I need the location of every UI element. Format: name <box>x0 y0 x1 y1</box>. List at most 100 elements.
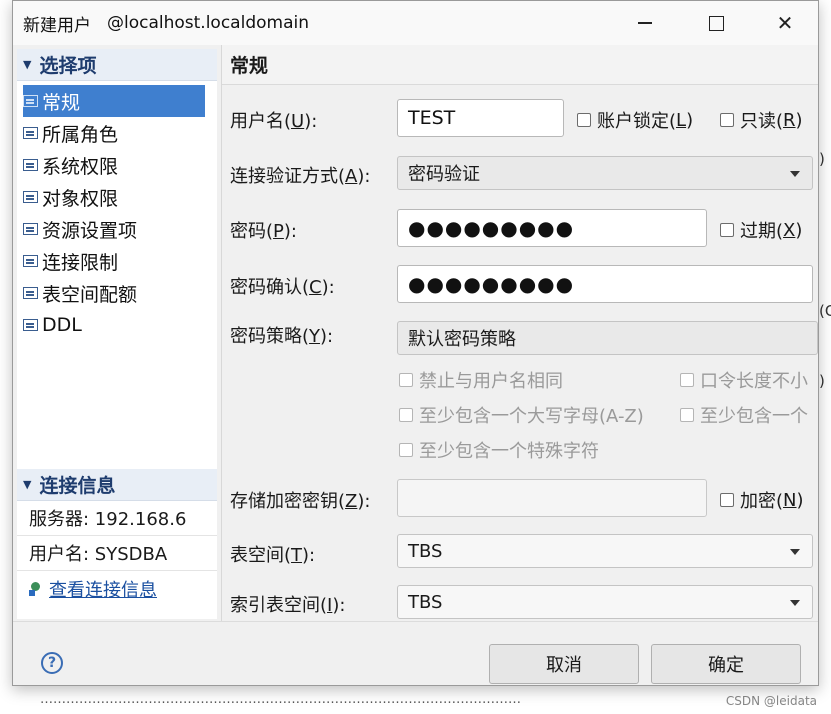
nav-list: 常规 所属角色 系统权限 对象权限 资源设置项 连接限制 表空间配额 DDL <box>17 81 217 341</box>
index-tablespace-select[interactable]: TBS <box>397 585 813 619</box>
nav-item-label: 系统权限 <box>42 155 119 178</box>
select-value: 密码验证 <box>408 164 480 185</box>
link-label: 查看连接信息 <box>49 580 157 601</box>
dropdown-arrow-icon <box>790 600 800 606</box>
dropdown-arrow-icon <box>790 549 800 555</box>
policy-label: 密码策略(Y): <box>230 326 334 347</box>
main-header: 常规 <box>222 45 818 85</box>
policy-option-contain[interactable]: 至少包含一个 <box>680 402 819 428</box>
nav-item-object-privileges[interactable]: 对象权限 <box>17 181 217 213</box>
page-icon <box>23 95 38 107</box>
background-bottom-text: ………………………………………………………………………………………………… <box>0 686 831 714</box>
checkbox-box <box>720 223 734 237</box>
window-title: 新建用户 <box>23 15 91 36</box>
ok-button[interactable]: 确定 <box>651 644 801 684</box>
page-icon <box>23 287 38 299</box>
account-lock-checkbox[interactable]: 账户锁定(L) <box>577 107 693 133</box>
nav-item-tablespace-quota[interactable]: 表空间配额 <box>17 277 217 309</box>
main-panel: 常规 用户名(U): TEST 账户锁定(L) 只读(R) 连接验证方式(A):… <box>221 45 818 621</box>
nav-item-label: 连接限制 <box>42 251 119 274</box>
close-icon: ✕ <box>776 11 794 35</box>
password-confirm-input[interactable]: ●●●●●●●●● <box>397 265 813 303</box>
nav-item-label: DDL <box>42 314 82 336</box>
checkbox-box <box>399 408 413 422</box>
page-icon <box>23 223 38 235</box>
new-user-dialog: 新建用户 @localhost.localdomain ✕ ▼ 选择项 常规 所… <box>12 0 819 686</box>
background-fragment: ) <box>819 372 825 390</box>
checkbox-box <box>399 443 413 457</box>
background-right-panel <box>818 0 831 714</box>
page-icon <box>23 127 38 139</box>
select-value: TBS <box>408 591 443 613</box>
close-button[interactable]: ✕ <box>750 1 820 45</box>
password-confirm-label: 密码确认(C): <box>230 277 335 298</box>
connection-icon <box>29 582 43 596</box>
connection-info-section: ▼ 连接信息 服务器: 192.168.6 用户名: SYSDBA 查看连接信息 <box>17 469 217 607</box>
nav-item-roles[interactable]: 所属角色 <box>17 117 217 149</box>
collapse-triangle-icon: ▼ <box>23 478 32 491</box>
conn-section-label: 连接信息 <box>39 475 116 497</box>
select-value: 默认密码策略 <box>408 329 516 350</box>
username-input[interactable]: TEST <box>397 99 564 137</box>
tablespace-label: 表空间(T): <box>230 545 316 566</box>
encrypt-checkbox[interactable]: 加密(N) <box>720 487 804 513</box>
dialog-footer: ? 取消 确定 <box>13 621 818 685</box>
checkbox-box <box>399 373 413 387</box>
nav-item-label: 所属角色 <box>42 123 119 146</box>
policy-option-uppercase[interactable]: 至少包含一个大写字母(A-Z) <box>399 402 644 428</box>
title-bar[interactable]: 新建用户 @localhost.localdomain ✕ <box>13 1 818 45</box>
minimize-icon <box>638 22 652 24</box>
expire-checkbox[interactable]: 过期(X) <box>720 217 802 243</box>
maximize-icon <box>708 15 724 31</box>
nav-item-label: 对象权限 <box>42 187 119 210</box>
watermark: CSDN @leidata <box>725 694 817 708</box>
nav-item-connection-limits[interactable]: 连接限制 <box>17 245 217 277</box>
view-connection-info-link[interactable]: 查看连接信息 <box>17 571 217 607</box>
nav-item-label: 常规 <box>42 91 81 114</box>
username-label: 用户名(U): <box>230 111 318 132</box>
policy-option-special-char[interactable]: 至少包含一个特殊字符 <box>399 437 599 463</box>
server-info: 服务器: 192.168.6 <box>17 501 217 536</box>
storage-key-label: 存储加密密钥(Z): <box>230 491 371 512</box>
checkbox-box <box>680 408 694 422</box>
help-icon[interactable]: ? <box>41 652 63 674</box>
cancel-button[interactable]: 取消 <box>489 644 639 684</box>
page-icon <box>23 191 38 203</box>
read-only-checkbox[interactable]: 只读(R) <box>720 107 803 133</box>
nav-item-label: 表空间配额 <box>42 283 138 306</box>
password-input[interactable]: ●●●●●●●●● <box>397 209 707 247</box>
user-info: 用户名: SYSDBA <box>17 536 217 571</box>
nav-item-system-privileges[interactable]: 系统权限 <box>17 149 217 181</box>
policy-select[interactable]: 默认密码策略 <box>397 321 818 355</box>
conn-section-header[interactable]: ▼ 连接信息 <box>17 469 217 501</box>
checkbox-box <box>720 113 734 127</box>
tablespace-select[interactable]: TBS <box>397 534 813 568</box>
auth-method-select[interactable]: 密码验证 <box>397 156 813 190</box>
checkbox-box <box>680 373 694 387</box>
minimize-button[interactable] <box>610 1 680 45</box>
auth-method-label: 连接验证方式(A): <box>230 166 371 187</box>
page-icon <box>23 319 38 331</box>
select-value: TBS <box>408 540 443 562</box>
nav-item-ddl[interactable]: DDL <box>17 309 217 341</box>
nav-item-resource-settings[interactable]: 资源设置项 <box>17 213 217 245</box>
page-icon <box>23 159 38 171</box>
background-left-strip <box>0 0 12 714</box>
nav-item-general[interactable]: 常规 <box>23 85 205 117</box>
dropdown-arrow-icon <box>790 171 800 177</box>
page-icon <box>23 255 38 267</box>
password-label: 密码(P): <box>230 221 297 242</box>
nav-section-label: 选择项 <box>39 55 97 77</box>
left-nav-panel: ▼ 选择项 常规 所属角色 系统权限 对象权限 资源设置项 连接限制 表空间配额… <box>17 49 217 619</box>
checkbox-box <box>577 113 591 127</box>
nav-item-label: 资源设置项 <box>42 219 138 242</box>
background-fragment: (C <box>819 302 831 320</box>
window-host: @localhost.localdomain <box>107 13 309 33</box>
policy-option-min-length[interactable]: 口令长度不小 <box>680 367 819 393</box>
storage-key-input[interactable] <box>397 479 707 517</box>
nav-section-header[interactable]: ▼ 选择项 <box>17 49 217 81</box>
background-fragment: ) <box>819 150 825 168</box>
checkbox-box <box>720 493 734 507</box>
maximize-button[interactable] <box>681 1 751 45</box>
policy-option-no-username[interactable]: 禁止与用户名相同 <box>399 367 563 393</box>
